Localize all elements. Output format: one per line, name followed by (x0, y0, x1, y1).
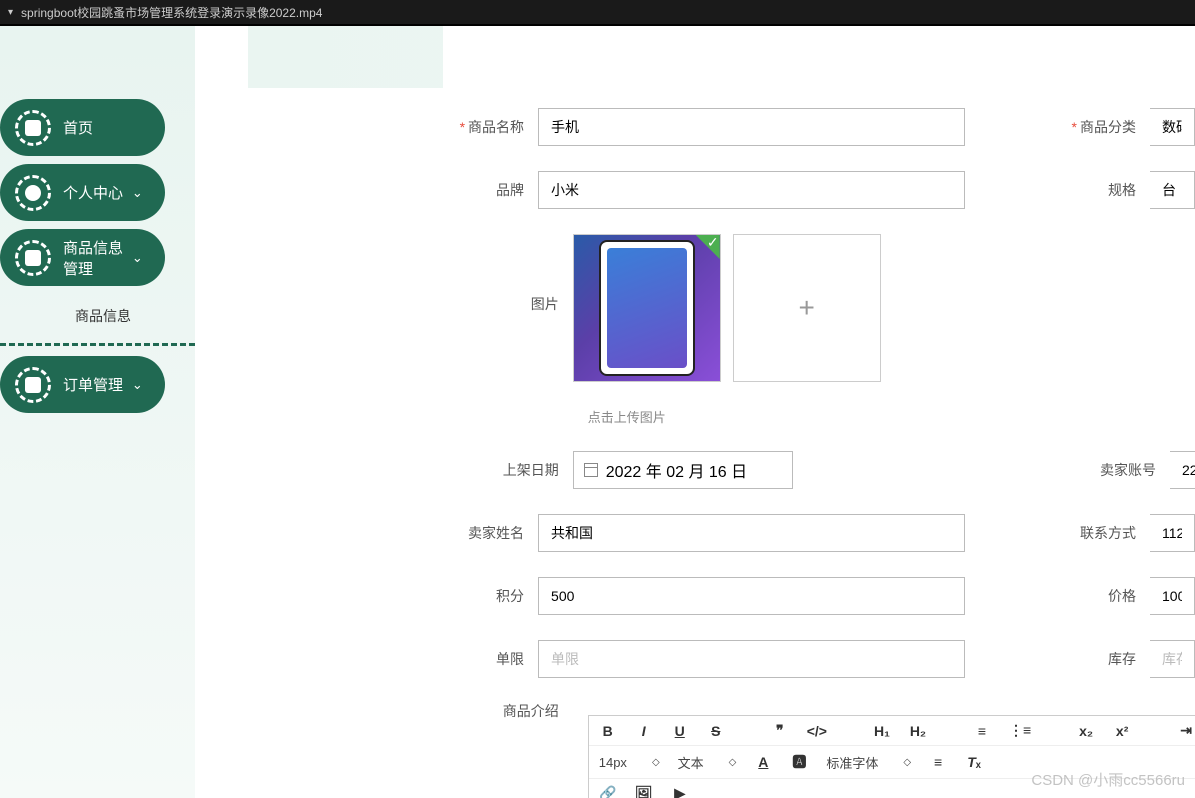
indent-button[interactable]: ⇥ (1177, 722, 1195, 739)
brand-input[interactable] (538, 171, 965, 209)
list-ordered-button[interactable]: ≡ (973, 723, 991, 739)
price-label: 价格 (1108, 588, 1136, 604)
sidebar-item-personal[interactable]: 个人中心 ⌄ (0, 164, 165, 221)
limit-input[interactable] (538, 640, 965, 678)
chevron-down-icon: ⌄ (132, 250, 143, 266)
image-button[interactable]: 🖼 (635, 785, 653, 798)
video-button[interactable]: ▶ (671, 785, 689, 798)
window-title: springboot校园跳蚤市场管理系统登录演示录像2022.mp4 (21, 4, 322, 21)
watermark: CSDN @小雨cc5566ru (1031, 769, 1185, 790)
font-type-select[interactable]: 文本◇ (678, 753, 737, 772)
bg-color-button[interactable]: 🅰 (790, 752, 808, 772)
order-icon (15, 367, 51, 403)
chevron-down-icon: ⌄ (132, 185, 143, 201)
points-input[interactable] (538, 577, 965, 615)
category-input[interactable] (1150, 108, 1195, 146)
sidebar-item-order[interactable]: 订单管理 ⌄ (0, 356, 165, 413)
check-icon: ✓ (696, 235, 720, 259)
stock-label: 库存 (1108, 651, 1136, 667)
divider (0, 343, 195, 346)
stock-input[interactable] (1150, 640, 1195, 678)
main-content: *商品名称 *商品分类 品牌 规格 图片 (443, 26, 1195, 798)
list-unordered-button[interactable]: ⋮≡ (1009, 722, 1031, 739)
upload-hint: 点击上传图片 (588, 407, 1195, 426)
name-label: 商品名称 (468, 119, 524, 135)
date-label: 上架日期 (503, 462, 559, 478)
contact-label: 联系方式 (1080, 525, 1136, 541)
h1-button[interactable]: H₁ (873, 723, 891, 739)
dropdown-icon: ▾ (8, 7, 13, 18)
subscript-button[interactable]: x₂ (1077, 723, 1095, 739)
points-label: 积分 (496, 588, 524, 604)
font-size-select[interactable]: 14px◇ (599, 755, 660, 770)
sidebar-sub-product-info[interactable]: 商品信息 (0, 294, 195, 338)
name-input[interactable] (538, 108, 965, 146)
chevron-down-icon: ⌄ (132, 377, 143, 393)
text-color-button[interactable]: A (754, 754, 772, 770)
font-family-select[interactable]: 标准字体◇ (826, 753, 911, 772)
seller-name-input[interactable] (538, 514, 965, 552)
sidebar-item-product[interactable]: 商品信息管理 ⌄ (0, 229, 165, 286)
code-button[interactable]: </> (807, 723, 827, 739)
sidebar: 首页 个人中心 ⌄ 商品信息管理 ⌄ 商品信息 订单管理 ⌄ (0, 26, 195, 798)
spec-label: 规格 (1108, 182, 1136, 198)
spec-input[interactable] (1150, 171, 1195, 209)
category-label: 商品分类 (1080, 119, 1136, 135)
image-label: 图片 (531, 296, 559, 312)
desc-label: 商品介绍 (503, 703, 559, 719)
seller-account-label: 卖家账号 (1100, 462, 1156, 478)
sidebar-item-home[interactable]: 首页 (0, 99, 165, 156)
seller-name-label: 卖家姓名 (468, 525, 524, 541)
window-titlebar: ▾ springboot校园跳蚤市场管理系统登录演示录像2022.mp4 (0, 0, 1195, 26)
underline-button[interactable]: U (671, 723, 689, 739)
align-button[interactable]: ≡ (929, 754, 947, 770)
link-button[interactable]: 🔗 (599, 785, 617, 798)
strike-button[interactable]: S (707, 723, 725, 739)
grid-icon (15, 240, 51, 276)
superscript-button[interactable]: x² (1113, 723, 1131, 739)
plus-icon: + (799, 292, 815, 324)
clear-format-button[interactable]: Tₓ (965, 754, 983, 770)
uploaded-image[interactable]: ✓ (573, 234, 721, 382)
limit-label: 单限 (496, 651, 524, 667)
italic-button[interactable]: I (635, 723, 653, 739)
home-icon (15, 110, 51, 146)
contact-input[interactable] (1150, 514, 1195, 552)
quote-button[interactable]: ❞ (771, 722, 789, 739)
user-icon (15, 175, 51, 211)
upload-button[interactable]: + (733, 234, 881, 382)
seller-account-input[interactable] (1170, 451, 1195, 489)
calendar-icon (584, 463, 598, 477)
price-input[interactable] (1150, 577, 1195, 615)
h2-button[interactable]: H₂ (909, 723, 927, 739)
date-input[interactable]: 2022 年 02 月 16 日 (573, 451, 793, 489)
brand-label: 品牌 (496, 182, 524, 198)
bold-button[interactable]: B (599, 723, 617, 739)
